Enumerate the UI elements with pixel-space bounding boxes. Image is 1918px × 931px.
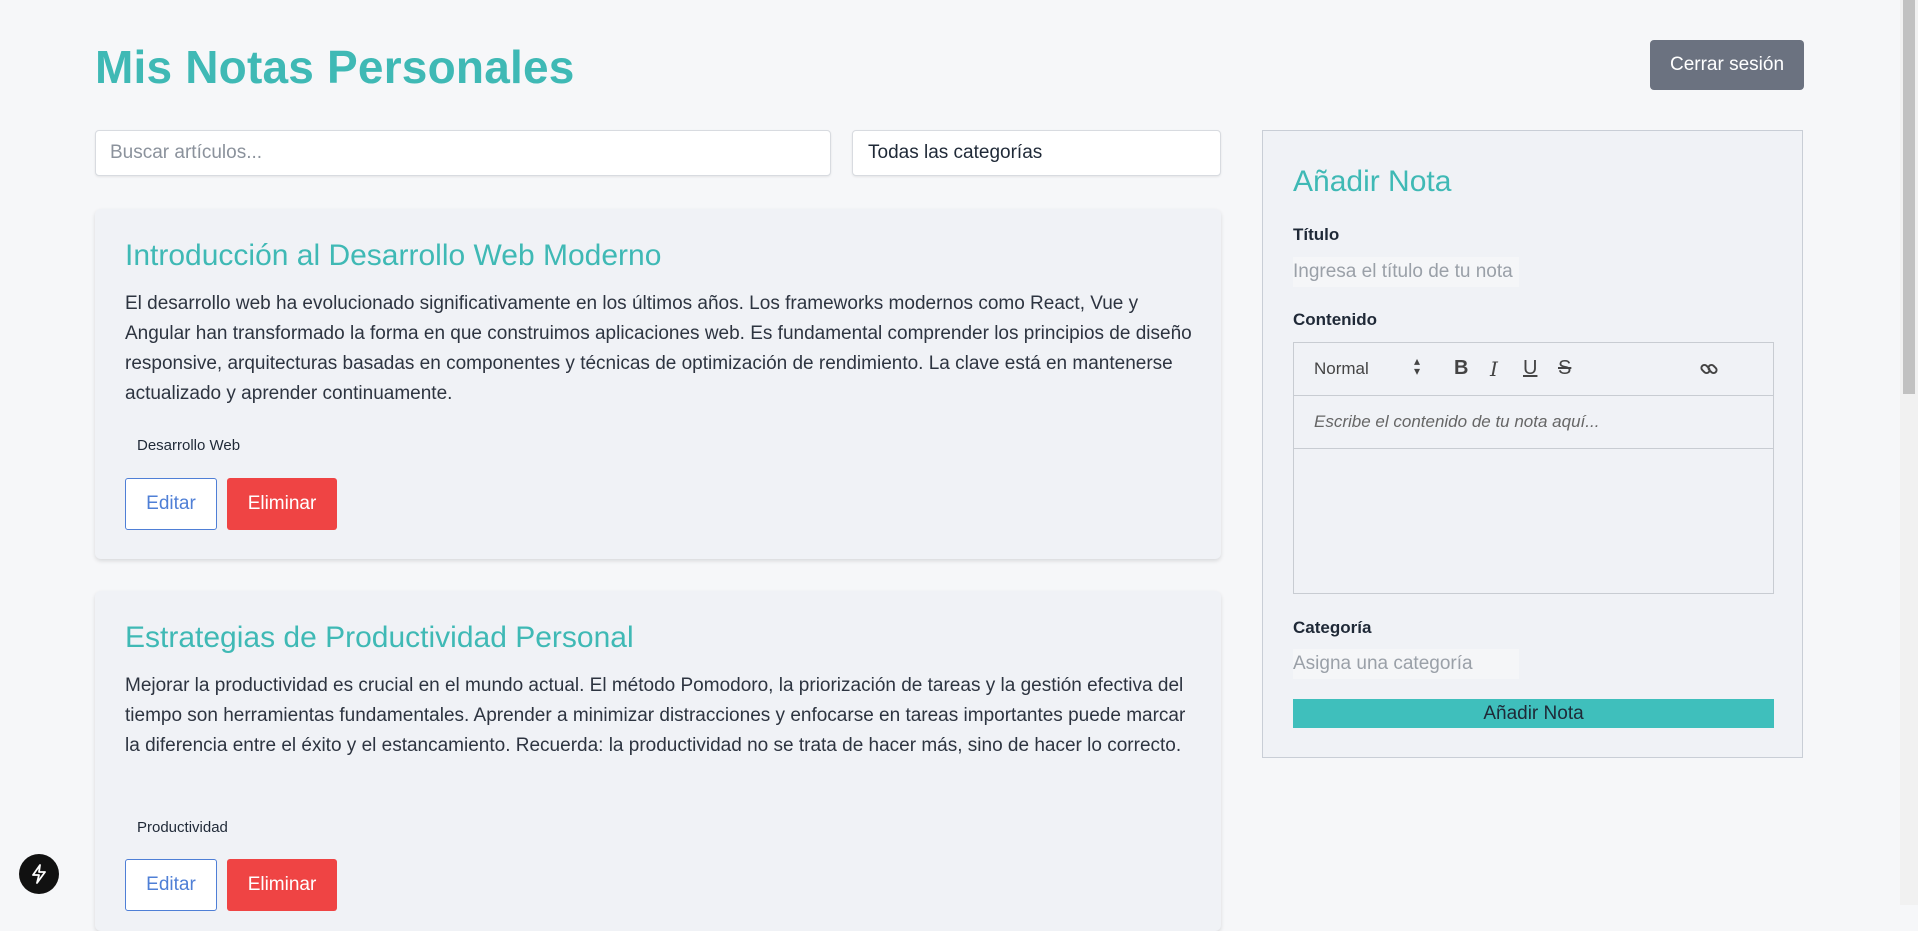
note-title-input[interactable] bbox=[1293, 257, 1519, 287]
edit-button[interactable]: Editar bbox=[125, 859, 217, 911]
format-select[interactable]: Normal bbox=[1314, 359, 1369, 379]
note-title: Estrategias de Productividad Personal bbox=[125, 621, 634, 654]
note-category: Desarrollo Web bbox=[137, 437, 241, 454]
link-icon[interactable] bbox=[1699, 359, 1719, 385]
scrollbar-thumb[interactable] bbox=[1903, 0, 1915, 394]
note-body: El desarrollo web ha evolucionado signif… bbox=[125, 293, 1192, 404]
category-label: Categoría bbox=[1293, 618, 1372, 637]
add-note-title: Añadir Nota bbox=[1293, 165, 1452, 198]
category-filter-select[interactable]: Todas las categorías bbox=[852, 130, 1221, 176]
underline-icon[interactable]: U bbox=[1523, 357, 1537, 380]
logout-button[interactable]: Cerrar sesión bbox=[1650, 40, 1804, 90]
bold-icon[interactable]: B bbox=[1454, 357, 1468, 380]
delete-button[interactable]: Eliminar bbox=[227, 859, 337, 911]
search-input[interactable] bbox=[95, 130, 831, 176]
add-note-button[interactable]: Añadir Nota bbox=[1293, 699, 1774, 728]
note-card: Estrategias de Productividad Personal Me… bbox=[95, 591, 1221, 931]
note-card: Introducción al Desarrollo Web Moderno E… bbox=[95, 209, 1221, 559]
edit-button[interactable]: Editar bbox=[125, 478, 217, 530]
page-title: Mis Notas Personales bbox=[95, 41, 575, 93]
rich-text-editor: Normal ▴ ▾ B I U S Escribe el contenido d… bbox=[1293, 342, 1774, 594]
strikethrough-icon[interactable]: S bbox=[1558, 357, 1571, 380]
delete-button[interactable]: Eliminar bbox=[227, 478, 337, 530]
category-input[interactable] bbox=[1293, 649, 1519, 679]
note-category: Productividad bbox=[137, 819, 228, 836]
add-note-panel: Añadir Nota Título Contenido Normal ▴▾ B… bbox=[1262, 130, 1803, 758]
editor-toolbar: Normal ▴ ▾ B I U S bbox=[1294, 343, 1773, 396]
editor-content-area[interactable]: Escribe el contenido de tu nota aquí... bbox=[1294, 396, 1773, 449]
page-scrollbar[interactable] bbox=[1900, 0, 1918, 905]
italic-icon[interactable]: I bbox=[1490, 357, 1498, 381]
note-title: Introducción al Desarrollo Web Moderno bbox=[125, 239, 662, 272]
content-label: Contenido bbox=[1293, 310, 1378, 329]
title-label: Título bbox=[1293, 225, 1340, 244]
lightning-icon bbox=[32, 864, 46, 884]
select-arrows-icon: ▴ ▾ bbox=[1414, 354, 1421, 378]
dev-tools-button[interactable] bbox=[19, 854, 59, 894]
note-body: Mejorar la productividad es crucial en e… bbox=[125, 675, 1186, 756]
